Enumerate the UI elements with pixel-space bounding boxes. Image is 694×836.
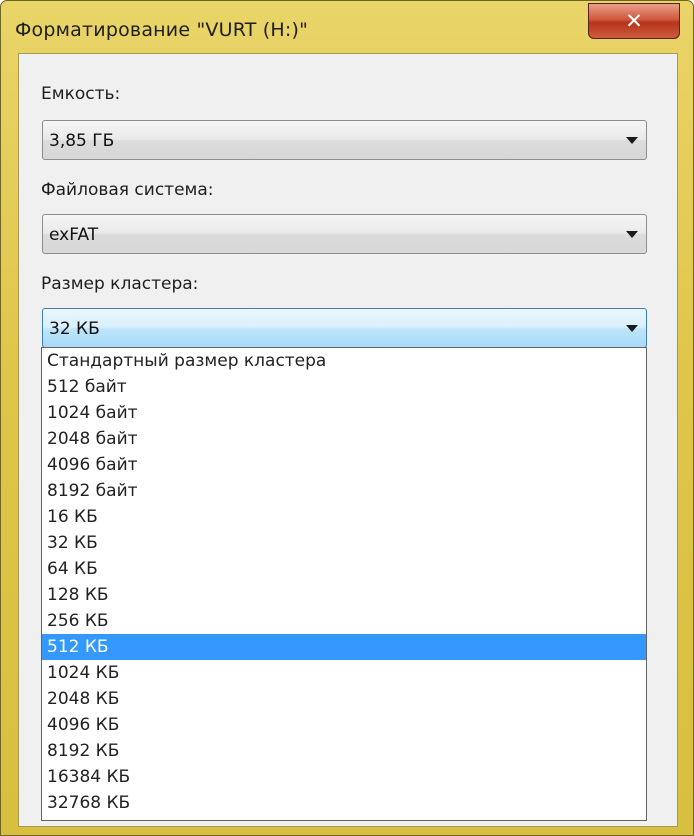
cluster-size-option[interactable]: 64 КБ <box>42 556 646 582</box>
cluster-size-option[interactable]: 8192 КБ <box>42 738 646 764</box>
cluster-size-option[interactable]: 1024 байт <box>42 400 646 426</box>
close-button[interactable]: ✕ <box>588 3 680 39</box>
chevron-down-icon <box>626 231 638 238</box>
window-title: Форматирование "VURT (H:)" <box>15 19 309 41</box>
cluster-size-option[interactable]: 1024 КБ <box>42 660 646 686</box>
cluster-size-dropdown-list[interactable]: Стандартный размер кластера 512 байт 1024 … <box>41 347 647 821</box>
filesystem-value: exFAT <box>49 225 99 245</box>
cluster-size-option[interactable]: 256 КБ <box>42 608 646 634</box>
cluster-size-option[interactable]: 2048 КБ <box>42 686 646 712</box>
cluster-size-option[interactable]: 4096 КБ <box>42 712 646 738</box>
capacity-value: 3,85 ГБ <box>49 131 115 151</box>
cluster-size-option[interactable]: 128 КБ <box>42 582 646 608</box>
close-icon: ✕ <box>625 9 643 33</box>
filesystem-select[interactable]: exFAT <box>42 214 647 254</box>
filesystem-label: Файловая система: <box>41 180 214 200</box>
chevron-down-icon <box>626 325 638 332</box>
cluster-size-label: Размер кластера: <box>41 274 199 294</box>
cluster-size-option[interactable]: 512 байт <box>42 374 646 400</box>
chevron-down-icon <box>626 137 638 144</box>
format-dialog-window: Форматирование "VURT (H:)" ✕ Емкость: 3,… <box>0 0 694 836</box>
capacity-select[interactable]: 3,85 ГБ <box>42 120 647 160</box>
cluster-size-option[interactable]: 16384 КБ <box>42 764 646 790</box>
cluster-size-option[interactable]: 8192 байт <box>42 478 646 504</box>
cluster-size-option[interactable]: 512 КБ <box>42 634 646 660</box>
cluster-size-option[interactable]: 16 КБ <box>42 504 646 530</box>
cluster-size-option[interactable]: 2048 байт <box>42 426 646 452</box>
cluster-size-option[interactable]: Стандартный размер кластера <box>42 348 646 374</box>
cluster-size-value: 32 КБ <box>49 319 100 339</box>
cluster-size-option[interactable]: 32768 КБ <box>42 790 646 816</box>
cluster-size-option[interactable]: 32 КБ <box>42 530 646 556</box>
title-bar[interactable]: Форматирование "VURT (H:)" ✕ <box>1 1 693 53</box>
cluster-size-select[interactable]: 32 КБ <box>42 308 647 348</box>
capacity-label: Емкость: <box>41 84 121 104</box>
cluster-size-option[interactable]: 4096 байт <box>42 452 646 478</box>
